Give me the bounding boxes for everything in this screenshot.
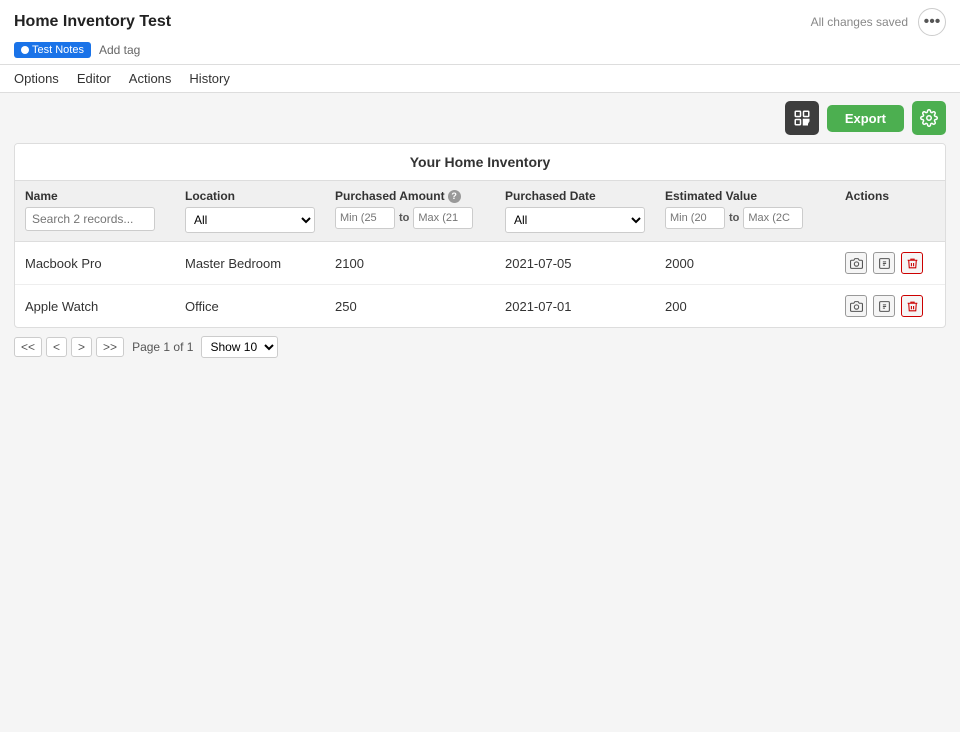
col-header-purchased-amount: Purchased Amount ? to	[325, 181, 495, 242]
col-header-purchased-date: Purchased Date All 2021-07-01 2021-07-05	[495, 181, 655, 242]
inventory-table: Name Location All Master Bedroom Office …	[15, 181, 945, 327]
page-title: Home Inventory Test	[14, 13, 171, 31]
edit-button-0[interactable]	[873, 252, 895, 274]
cell-purchased-amount-1: 250	[325, 285, 495, 328]
more-options-button[interactable]: •••	[918, 8, 946, 36]
tag-dot-icon	[21, 46, 29, 54]
cell-location-0: Master Bedroom	[175, 242, 325, 285]
toolbar: Export	[0, 93, 960, 143]
save-status: All changes saved	[811, 15, 908, 29]
purchased-amount-max-input[interactable]	[413, 207, 473, 229]
last-page-button[interactable]: >>	[96, 337, 124, 357]
prev-page-button[interactable]: <	[46, 337, 67, 357]
delete-button-0[interactable]	[901, 252, 923, 274]
col-header-location: Location All Master Bedroom Office	[175, 181, 325, 242]
photo-button-0[interactable]	[845, 252, 867, 274]
photo-button-1[interactable]	[845, 295, 867, 317]
table-header-row: Name Location All Master Bedroom Office …	[15, 181, 945, 242]
tag-row: Test Notes Add tag	[14, 42, 946, 64]
delete-button-1[interactable]	[901, 295, 923, 317]
show-per-page-select[interactable]: Show 10 Show 25 Show 50	[201, 336, 278, 358]
cell-name-1: Apple Watch	[15, 285, 175, 328]
top-bar: Home Inventory Test All changes saved ••…	[0, 0, 960, 65]
cell-name-0: Macbook Pro	[15, 242, 175, 285]
add-tag-link[interactable]: Add tag	[99, 43, 140, 57]
menu-history[interactable]: History	[189, 69, 229, 88]
title-row: Home Inventory Test All changes saved ••…	[14, 8, 946, 42]
estimated-value-max-input[interactable]	[743, 207, 803, 229]
first-page-button[interactable]: <<	[14, 337, 42, 357]
cell-purchased-date-1: 2021-07-01	[495, 285, 655, 328]
purchased-amount-info-icon: ?	[448, 190, 461, 203]
edit-button-1[interactable]	[873, 295, 895, 317]
col-header-actions: Actions	[835, 181, 945, 242]
cell-estimated-value-0: 2000	[655, 242, 835, 285]
estimated-value-to-label: to	[729, 212, 739, 224]
export-button[interactable]: Export	[827, 105, 904, 132]
col-header-name: Name	[15, 181, 175, 242]
menu-bar: Options Editor Actions History	[0, 65, 960, 93]
cell-actions-1	[835, 285, 945, 328]
qr-scan-button[interactable]	[785, 101, 819, 135]
cell-purchased-date-0: 2021-07-05	[495, 242, 655, 285]
table-title: Your Home Inventory	[15, 144, 945, 181]
table-row: Macbook Pro Master Bedroom 2100 2021-07-…	[15, 242, 945, 285]
inventory-table-container: Your Home Inventory Name Location All Ma…	[14, 143, 946, 328]
location-filter-select[interactable]: All Master Bedroom Office	[185, 207, 315, 233]
tag-badge[interactable]: Test Notes	[14, 42, 91, 58]
cell-purchased-amount-0: 2100	[325, 242, 495, 285]
cell-location-1: Office	[175, 285, 325, 328]
next-page-button[interactable]: >	[71, 337, 92, 357]
purchased-date-filter-select[interactable]: All 2021-07-01 2021-07-05	[505, 207, 645, 233]
page-info: Page 1 of 1	[132, 340, 193, 354]
menu-editor[interactable]: Editor	[77, 69, 111, 88]
cell-estimated-value-1: 200	[655, 285, 835, 328]
col-header-estimated-value: Estimated Value to	[655, 181, 835, 242]
purchased-amount-min-input[interactable]	[335, 207, 395, 229]
cell-actions-0	[835, 242, 945, 285]
purchased-amount-to-label: to	[399, 212, 409, 224]
pagination-bar: << < > >> Page 1 of 1 Show 10 Show 25 Sh…	[0, 328, 960, 366]
estimated-value-min-input[interactable]	[665, 207, 725, 229]
top-right-controls: All changes saved •••	[811, 8, 946, 36]
table-body: Macbook Pro Master Bedroom 2100 2021-07-…	[15, 242, 945, 328]
menu-actions[interactable]: Actions	[129, 69, 172, 88]
settings-button[interactable]	[912, 101, 946, 135]
menu-options[interactable]: Options	[14, 69, 59, 88]
tag-label: Test Notes	[32, 44, 84, 56]
name-search-input[interactable]	[25, 207, 155, 231]
table-row: Apple Watch Office 250 2021-07-01 200	[15, 285, 945, 328]
